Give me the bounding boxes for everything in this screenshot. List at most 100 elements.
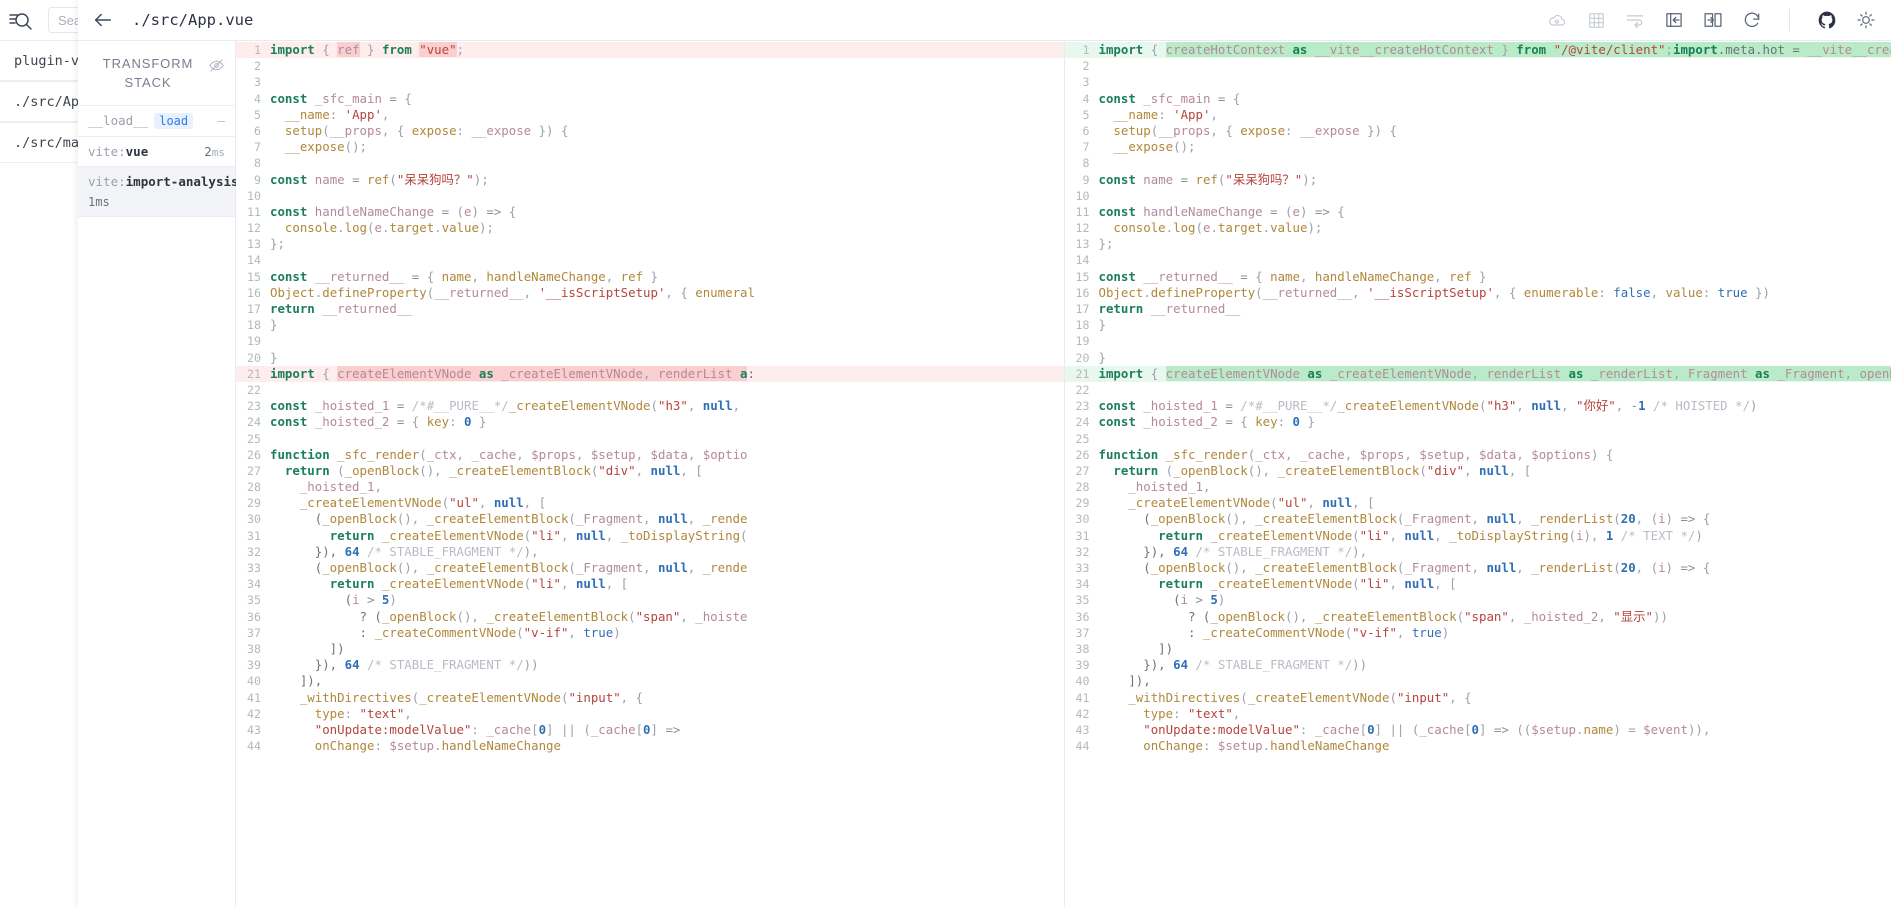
eye-off-icon[interactable] bbox=[208, 57, 225, 74]
line-number: 36 bbox=[247, 609, 261, 624]
code-text: import { createElementVNode as _createEl… bbox=[1099, 365, 1891, 382]
code-line: 43 "onUpdate:modelValue": _cache[0] || (… bbox=[1065, 722, 1891, 738]
code-text: } bbox=[1098, 349, 1106, 365]
line-number: 13 bbox=[247, 237, 261, 252]
line-number: 14 bbox=[1075, 253, 1090, 268]
code-text: _createElementVNode("ul", null, [ bbox=[1128, 495, 1375, 511]
code-line: 7 __expose(); bbox=[1065, 139, 1891, 155]
transform-row-vite-import-analysis[interactable]: vite:import-analysis 1ms bbox=[78, 166, 239, 217]
line-number: 18 bbox=[247, 318, 261, 333]
code-line: 37 : _createCommentVNode("v-if", true) bbox=[236, 625, 1064, 641]
transform-row-load[interactable]: __load__ load – bbox=[78, 106, 235, 137]
code-text: console.log(e.target.value); bbox=[1113, 220, 1323, 236]
code-text: const handleNameChange = (e) => { bbox=[270, 203, 517, 219]
code-line: 14 bbox=[236, 252, 1064, 268]
code-line: 32 }), 64 /* STABLE_FRAGMENT */), bbox=[236, 544, 1064, 560]
code-text: onChange: $setup.handleNameChange bbox=[1143, 738, 1390, 754]
line-number: 40 bbox=[1075, 674, 1090, 689]
code-line: 12 console.log(e.target.value); bbox=[1065, 220, 1891, 236]
code-text: const name = ref("呆呆狗吗？"); bbox=[1098, 171, 1318, 187]
code-pane-after[interactable]: 1 import { createHotContext as __vite__cr… bbox=[1063, 41, 1891, 907]
text-wrap-icon[interactable] bbox=[1624, 9, 1646, 31]
transform-row-name: vite:vue bbox=[88, 143, 149, 159]
line-number: 35 bbox=[1075, 593, 1090, 608]
code-line: 42 type: "text", bbox=[1065, 706, 1891, 722]
code-text: }), 64 /* STABLE_FRAGMENT */)) bbox=[1098, 657, 1368, 673]
code-text: ]) bbox=[270, 640, 345, 656]
line-number: 31 bbox=[1075, 528, 1090, 543]
code-text: return (_openBlock(), _createElementBloc… bbox=[1113, 462, 1532, 478]
code-text: } bbox=[270, 349, 278, 365]
code-line: 23 const _hoisted_1 = /*#__PURE__*/_creat… bbox=[1065, 398, 1891, 414]
code-text: return _createElementVNode("li", null, [ bbox=[1158, 576, 1457, 592]
line-number: 3 bbox=[1082, 75, 1090, 90]
line-number: 21 bbox=[1075, 366, 1090, 381]
line-number: 29 bbox=[1075, 496, 1090, 511]
code-line: 4 const _sfc_main = { bbox=[1065, 91, 1891, 107]
code-text: return __returned__ bbox=[270, 301, 412, 316]
code-line: 7 __expose(); bbox=[236, 139, 1064, 155]
transform-row-badge: load bbox=[154, 112, 194, 129]
code-text: onChange: $setup.handleNameChange bbox=[314, 738, 561, 754]
line-number: 27 bbox=[1075, 463, 1090, 478]
code-line: 21 import { createElementVNode as _create… bbox=[236, 365, 1064, 382]
line-number: 8 bbox=[254, 156, 261, 171]
code-line: 11 const handleNameChange = (e) => { bbox=[236, 204, 1064, 220]
code-line: 17 return __returned__ bbox=[1065, 301, 1891, 317]
code-line: 13}; bbox=[1065, 236, 1891, 252]
back-arrow-icon[interactable] bbox=[88, 5, 118, 35]
refresh-icon[interactable] bbox=[1741, 9, 1763, 31]
line-number: 14 bbox=[247, 253, 261, 268]
github-icon[interactable] bbox=[1816, 9, 1838, 31]
theme-toggle-icon[interactable] bbox=[1855, 9, 1877, 31]
code-text: return _createElementVNode("li", null, _… bbox=[1158, 527, 1703, 543]
cloud-gear-icon[interactable] bbox=[1546, 9, 1568, 31]
code-text: _withDirectives(_createElementVNode("inp… bbox=[1128, 689, 1472, 705]
code-text: _withDirectives(_createElementVNode("inp… bbox=[299, 689, 644, 705]
code-line: 40 ]), bbox=[236, 673, 1064, 689]
line-number: 9 bbox=[254, 172, 261, 187]
code-line: 9 const name = ref("呆呆狗吗？"); bbox=[236, 172, 1064, 188]
code-text: const __returned__ = { name, handleNameC… bbox=[1098, 268, 1487, 284]
search-filter-icon[interactable] bbox=[8, 7, 34, 33]
line-number: 41 bbox=[247, 690, 261, 705]
code-text: return _createElementVNode("li", null, [ bbox=[329, 576, 629, 592]
line-number: 16 bbox=[247, 285, 261, 300]
transform-row-subtime: 1ms bbox=[88, 194, 110, 209]
line-number: 27 bbox=[247, 463, 261, 478]
grid-icon[interactable] bbox=[1585, 9, 1607, 31]
code-line: 17 return __returned__ bbox=[236, 301, 1064, 317]
code-text: _hoisted_1, bbox=[1128, 479, 1211, 495]
transform-row-vite-vue[interactable]: vite:vue 2ms bbox=[78, 137, 235, 167]
line-number: 34 bbox=[1075, 577, 1090, 592]
code-line: 27 return (_openBlock(), _createElementB… bbox=[236, 463, 1064, 479]
code-line: 11 const handleNameChange = (e) => { bbox=[1065, 204, 1891, 220]
code-text: __expose(); bbox=[284, 139, 367, 155]
code-text: } bbox=[270, 317, 278, 333]
line-number: 41 bbox=[1075, 690, 1090, 705]
line-number: 22 bbox=[1075, 382, 1090, 397]
line-number: 31 bbox=[247, 528, 261, 543]
code-line: 35 (i > 5) bbox=[1065, 592, 1891, 608]
line-number: 7 bbox=[1082, 140, 1090, 155]
code-text: return (_openBlock(), _createElementBloc… bbox=[284, 462, 703, 478]
code-text: const _hoisted_2 = { key: 0 } bbox=[1098, 414, 1315, 430]
panel-split-icon[interactable] bbox=[1702, 9, 1724, 31]
code-text: const _hoisted_1 = /*#__PURE__*/_createE… bbox=[270, 398, 748, 414]
panel-left-icon[interactable] bbox=[1663, 9, 1685, 31]
code-line: 42 type: "text", bbox=[236, 706, 1064, 722]
code-line: 41 _withDirectives(_createElementVNode("… bbox=[236, 690, 1064, 706]
code-text: const _hoisted_2 = { key: 0 } bbox=[270, 414, 487, 430]
code-line: 1 import { createHotContext as __vite__cr… bbox=[1064, 42, 1891, 59]
code-pane-before[interactable]: 1 import { ref } from "vue"; 2 3 4 const _sfc… bbox=[236, 41, 1064, 907]
code-text: type: "text", bbox=[314, 705, 412, 721]
code-text: Object.defineProperty(__returned__, '__i… bbox=[270, 284, 755, 300]
code-line: 37 : _createCommentVNode("v-if", true) bbox=[1065, 625, 1891, 641]
code-text: setup(__props, { expose: __expose }) { bbox=[284, 122, 569, 138]
line-number: 9 bbox=[1082, 172, 1090, 187]
transform-row-time: 2ms bbox=[204, 143, 225, 159]
code-text: "onUpdate:modelValue": _cache[0] || (_ca… bbox=[1143, 721, 1711, 737]
code-line: 44 onChange: $setup.handleNameChange bbox=[1065, 738, 1891, 754]
code-text: const name = ref("呆呆狗吗？"); bbox=[270, 171, 489, 187]
code-line: 28 _hoisted_1, bbox=[236, 479, 1064, 495]
